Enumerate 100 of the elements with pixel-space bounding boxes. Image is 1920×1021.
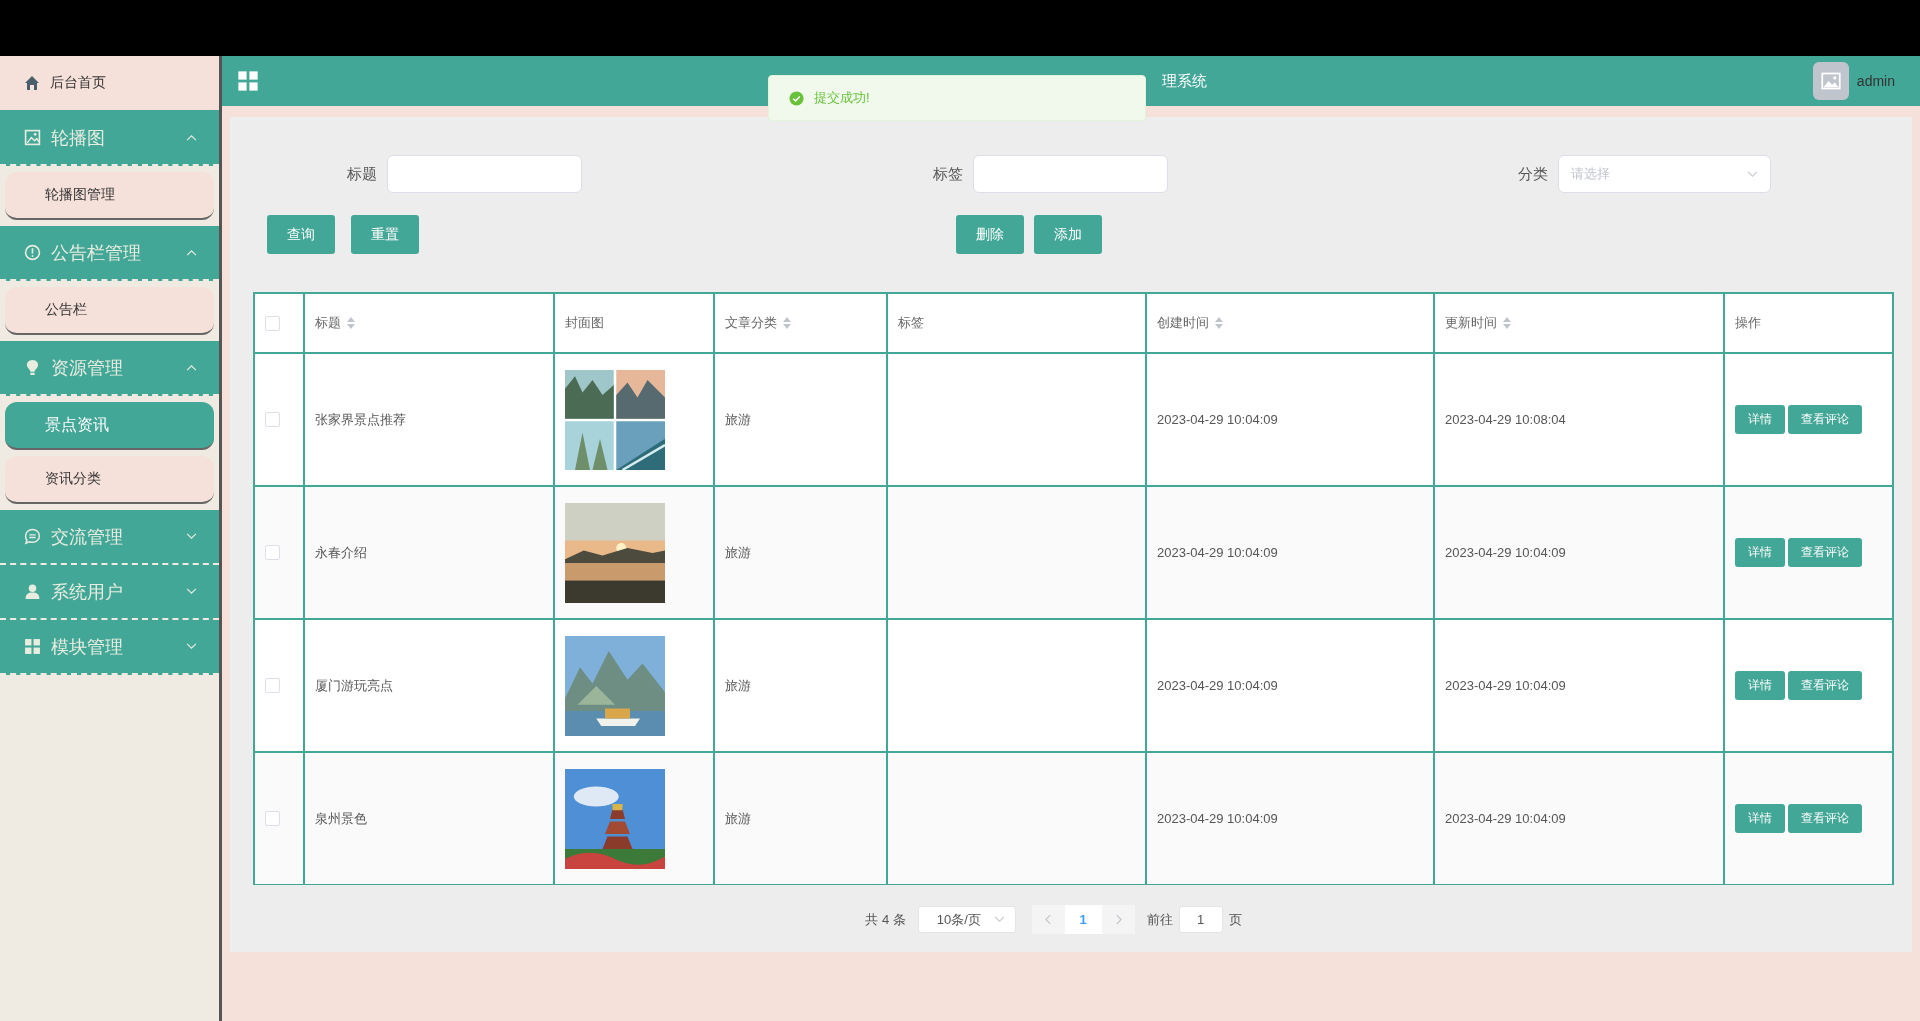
column-header[interactable]: 更新时间 <box>1445 314 1511 332</box>
column-header[interactable]: 标题 <box>315 314 355 332</box>
button[interactable]: 查看评论 <box>1788 538 1862 567</box>
chevron-down-icon <box>186 643 197 650</box>
image-icon <box>1820 71 1841 91</box>
menu-group[interactable]: 资源管理 <box>0 341 219 396</box>
button[interactable]: 详情 <box>1735 804 1785 833</box>
chevron-up-icon <box>186 249 197 256</box>
table-cell: 2023-04-29 10:04:09 <box>1445 545 1566 560</box>
field-label: 标题 <box>347 164 377 184</box>
chevron-left-icon <box>1044 914 1052 925</box>
menu-label: 资源管理 <box>51 356 124 380</box>
chevron-down-icon <box>186 533 197 540</box>
checkbox[interactable] <box>265 678 280 693</box>
input-field[interactable] <box>387 155 582 193</box>
image-icon <box>24 129 41 146</box>
chevron-down-icon <box>1747 170 1758 178</box>
sort-icon <box>1503 317 1511 329</box>
table-cell: 厦门游玩亮点 <box>315 676 393 695</box>
column-header[interactable]: 创建时间 <box>1157 314 1223 332</box>
button[interactable]: 查询 <box>267 215 335 254</box>
chevron-down-icon <box>186 588 197 595</box>
column-header: 标签 <box>898 314 924 332</box>
button[interactable]: 重置 <box>351 215 419 254</box>
table-cell: 张家界景点推荐 <box>315 410 406 429</box>
table-cell: 2023-04-29 10:04:09 <box>1157 678 1278 693</box>
column-header: 操作 <box>1735 314 1761 332</box>
column-header[interactable]: 文章分类 <box>725 314 791 332</box>
checkbox[interactable] <box>265 412 280 427</box>
grid-icon <box>24 638 41 655</box>
home-icon <box>24 75 40 91</box>
page-number-field[interactable]: 1 <box>1178 906 1223 933</box>
menu-label: 交流管理 <box>51 525 124 549</box>
table-cell: 旅游 <box>725 676 751 695</box>
checkbox[interactable] <box>265 545 280 560</box>
exclamation-icon <box>24 244 41 261</box>
chevron-up-icon <box>186 364 197 371</box>
table-cell: 泉州景色 <box>315 809 367 828</box>
button[interactable]: 查看评论 <box>1788 804 1862 833</box>
sort-icon <box>1215 317 1223 329</box>
chevron-right-icon <box>1114 914 1122 925</box>
sort-icon <box>783 317 791 329</box>
previous-page-button[interactable] <box>1031 905 1065 934</box>
button[interactable]: 详情 <box>1735 405 1785 434</box>
submenu-item[interactable]: 景点资讯 <box>5 402 214 450</box>
sort-icon <box>347 317 355 329</box>
button[interactable]: 添加 <box>1034 215 1102 254</box>
menu-group[interactable]: 公告栏管理 <box>0 226 219 281</box>
table-cell: 2023-04-29 10:04:09 <box>1445 811 1566 826</box>
table-cell: 旅游 <box>725 410 751 429</box>
checkbox[interactable] <box>265 811 280 826</box>
menu-group[interactable]: 系统用户 <box>0 565 219 620</box>
menu-label: 公告栏管理 <box>51 241 142 265</box>
submenu-item[interactable]: 资讯分类 <box>5 456 214 504</box>
next-page-button[interactable] <box>1101 905 1135 934</box>
chat-icon <box>24 528 41 545</box>
user-icon <box>24 583 41 600</box>
button[interactable]: 详情 <box>1735 538 1785 567</box>
input-field[interactable] <box>972 155 1168 193</box>
menu-item[interactable]: 后台首页 <box>0 56 219 111</box>
menu-label: 系统用户 <box>51 580 124 604</box>
lightbulb-icon <box>24 359 41 376</box>
table-cell: 永春介绍 <box>315 543 367 562</box>
table-cell: 2023-04-29 10:08:04 <box>1445 412 1566 427</box>
menu-label: 后台首页 <box>50 74 107 92</box>
chevron-down-icon <box>993 916 1005 923</box>
table-cell: 2023-04-29 10:04:09 <box>1157 545 1278 560</box>
page-button[interactable]: 1 <box>1064 905 1102 934</box>
field-label: 分类 <box>1518 164 1548 184</box>
submenu-item[interactable]: 公告栏 <box>5 287 214 335</box>
button[interactable]: 查看评论 <box>1788 671 1862 700</box>
chevron-up-icon <box>186 134 197 141</box>
goto-label: 前往 <box>1146 910 1173 929</box>
menu-group[interactable]: 模块管理 <box>0 620 219 675</box>
button[interactable]: 查看评论 <box>1788 405 1862 434</box>
table-cell: 旅游 <box>725 543 751 562</box>
field-label: 标签 <box>932 164 963 184</box>
column-header: 封面图 <box>565 314 604 332</box>
menu-label: 轮播图 <box>51 126 106 150</box>
table-cell: 旅游 <box>725 809 751 828</box>
button[interactable]: 删除 <box>956 215 1024 254</box>
check-circle-icon <box>789 90 804 106</box>
menu-group[interactable]: 轮播图 <box>0 111 219 166</box>
page-size-select[interactable]: 10条/页 <box>917 906 1016 933</box>
table-cell: 2023-04-29 10:04:09 <box>1157 811 1278 826</box>
menu-group[interactable]: 交流管理 <box>0 510 219 565</box>
total-count: 共 4 条 <box>865 910 906 929</box>
page-label: 页 <box>1228 910 1242 929</box>
submenu-item[interactable]: 轮播图管理 <box>5 172 214 220</box>
table-cell: 2023-04-29 10:04:09 <box>1445 678 1566 693</box>
select-field[interactable]: 请选择 <box>1558 155 1771 193</box>
user-name[interactable]: admin <box>1856 73 1895 89</box>
menu-label: 模块管理 <box>51 635 124 659</box>
table-cell: 2023-04-29 10:04:09 <box>1157 412 1278 427</box>
checkbox[interactable] <box>265 315 280 331</box>
button[interactable]: 详情 <box>1735 671 1785 700</box>
toast-message: 提交成功! <box>814 89 870 107</box>
app-title: 理系统 <box>1162 71 1207 91</box>
menu-icon <box>237 70 259 92</box>
avatar[interactable] <box>1812 62 1849 100</box>
